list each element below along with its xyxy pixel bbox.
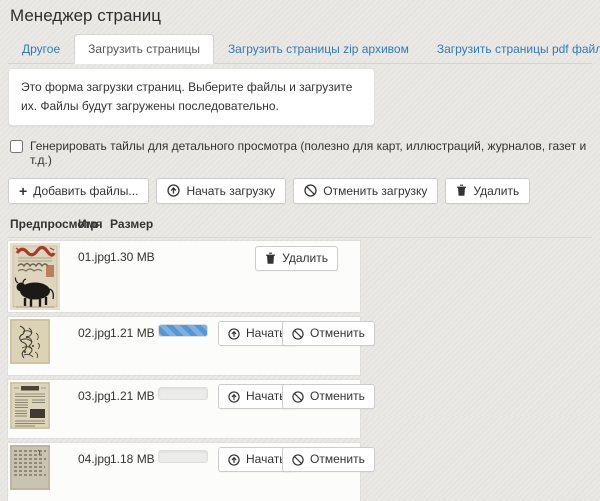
table-row: 03.jpg 1.21 MB Начать Отменить	[8, 380, 375, 439]
upload-progress-bar	[158, 387, 208, 401]
row-delete-label: Удалить	[282, 251, 328, 266]
generate-tiles-option: Генерировать тайлы для детального просмо…	[10, 139, 592, 167]
upload-progress-bar	[158, 324, 208, 338]
file-name: 04.jpg	[78, 452, 111, 467]
row-delete-button[interactable]: Удалить	[255, 246, 338, 272]
ban-icon	[292, 454, 304, 466]
trash-icon	[456, 184, 467, 197]
page-title: Менеджер страниц	[10, 6, 162, 25]
file-size: 1.18 MB	[110, 452, 155, 467]
upload-icon	[228, 454, 240, 466]
add-files-label: Добавить файлы...	[33, 183, 139, 198]
file-thumbnail-newspaper	[10, 382, 50, 430]
tab-other[interactable]: Другое	[8, 34, 74, 64]
delete-label: Удалить	[473, 183, 520, 198]
file-size: 1.21 MB	[110, 326, 155, 341]
start-upload-button[interactable]: Начать загрузку	[156, 177, 287, 205]
start-upload-label: Начать загрузку	[186, 183, 276, 198]
file-size: 1.21 MB	[110, 389, 155, 404]
ban-icon	[304, 184, 317, 198]
column-header-size: Размер	[110, 217, 154, 232]
file-name: 02.jpg	[78, 326, 111, 341]
row-cancel-button[interactable]: Отменить	[282, 447, 375, 473]
upload-icon	[167, 184, 181, 198]
info-text: Это форма загрузки страниц. Выберите фай…	[21, 80, 353, 113]
column-header-preview: Предпросмотр	[10, 217, 98, 232]
upload-toolbar: + Добавить файлы... Начать загрузку Отме…	[8, 177, 592, 205]
row-start-label: Начать	[246, 452, 286, 467]
tab-upload-pdf[interactable]: Загрузить страницы pdf файлом	[423, 34, 600, 64]
generate-tiles-label: Генерировать тайлы для детального просмо…	[30, 138, 587, 167]
row-cancel-button[interactable]: Отменить	[282, 384, 375, 410]
row-start-label: Начать	[246, 326, 286, 341]
tab-bar: Другое Загрузить страницы Загрузить стра…	[8, 34, 600, 65]
cancel-upload-button[interactable]: Отменить загрузку	[293, 177, 439, 205]
row-cancel-button[interactable]: Отменить	[282, 321, 375, 347]
info-box: Это форма загрузки страниц. Выберите фай…	[8, 68, 375, 126]
upload-icon	[228, 328, 240, 340]
cancel-upload-label: Отменить загрузку	[323, 183, 428, 198]
upload-progress-bar	[158, 450, 208, 464]
file-size: 1.30 MB	[110, 250, 155, 265]
file-name: 03.jpg	[78, 389, 111, 404]
table-header: Предпросмотр Имя Размер	[8, 217, 592, 239]
upload-icon	[228, 391, 240, 403]
add-files-button[interactable]: + Добавить файлы...	[8, 177, 150, 205]
generate-tiles-checkbox[interactable]	[10, 139, 23, 153]
trash-icon	[265, 252, 276, 265]
row-cancel-label: Отменить	[310, 452, 365, 467]
table-row: 02.jpg 1.21 MB Начать Отменить	[8, 317, 375, 376]
delete-button[interactable]: Удалить	[445, 177, 531, 205]
column-header-name: Имя	[78, 217, 103, 232]
row-cancel-label: Отменить	[310, 326, 365, 341]
row-cancel-label: Отменить	[310, 389, 365, 404]
file-thumbnail-manuscript	[10, 445, 50, 491]
row-start-label: Начать	[246, 389, 286, 404]
file-thumbnail-newspaper-bull	[10, 243, 60, 311]
plus-icon: +	[19, 182, 28, 199]
tab-upload-zip[interactable]: Загрузить страницы zip архивом	[214, 34, 423, 64]
table-row: 04.jpg 1.18 MB Начать Отменить	[8, 443, 375, 501]
file-name: 01.jpg	[78, 250, 111, 265]
upload-progress-fill	[159, 325, 207, 337]
tab-upload-pages[interactable]: Загрузить страницы	[74, 34, 214, 65]
table-row: 01.jpg 1.30 MB Удалить	[8, 241, 360, 313]
ban-icon	[292, 391, 304, 403]
ban-icon	[292, 328, 304, 340]
file-thumbnail-sketch	[10, 319, 50, 365]
file-list: 01.jpg 1.30 MB Удалить 02.jpg 1.21 MB На…	[8, 241, 375, 501]
